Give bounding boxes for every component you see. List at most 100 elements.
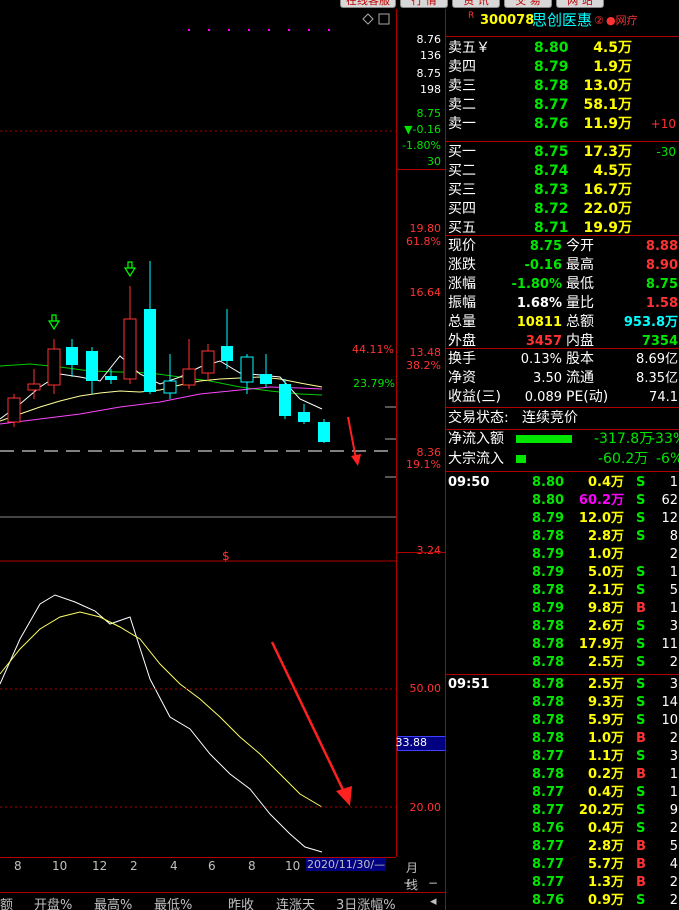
tick-count: 12 <box>661 511 678 526</box>
scale-top-6: -1.80% <box>402 139 441 152</box>
col-amount[interactable]: 额 <box>0 894 13 910</box>
bid-row[interactable]: 买二 8.74 4.5万 <box>446 162 679 181</box>
bid-price[interactable]: 8.74 <box>534 162 569 181</box>
tick-time: 09:51 <box>448 677 490 692</box>
col-3day-pct[interactable]: 3日涨幅% <box>336 894 396 910</box>
tick-row: 8.78 2.1万 S 5 <box>446 582 679 600</box>
ask-row[interactable]: 卖五￥ 8.80 4.5万 <box>446 39 679 58</box>
tick-count: 2 <box>669 821 678 836</box>
ask-volume: 58.1万 <box>583 97 632 113</box>
tick-price: 8.78 <box>532 695 565 710</box>
kline-chart-panel[interactable]: $ <box>0 9 396 857</box>
fundamental-label: 换手 <box>448 351 476 367</box>
menu-trade[interactable]: 交 易 <box>504 0 552 8</box>
tick-count: 3 <box>669 619 678 634</box>
ask-volume: 13.0万 <box>583 78 632 94</box>
tick-row: 8.77 1.3万 B 2 <box>446 874 679 892</box>
scale-38-2: 38.2% <box>406 359 441 372</box>
tick-price: 8.79 <box>532 601 565 616</box>
quote-label: 最高 <box>566 257 594 273</box>
col-up-days[interactable]: 连涨天 <box>276 894 315 910</box>
tick-side: B <box>636 857 646 872</box>
bid-price[interactable]: 8.73 <box>534 181 569 200</box>
fundamental-label: 流通 <box>566 370 594 386</box>
bid-price[interactable]: 8.75 <box>534 143 569 162</box>
menu-news[interactable]: 资 讯 <box>452 0 500 8</box>
tick-side: S <box>636 893 646 908</box>
ask-label: 卖二 <box>448 97 476 113</box>
tick-price: 8.78 <box>532 677 565 692</box>
col-open-pct[interactable]: 开盘% <box>34 894 72 910</box>
tick-count: 2 <box>669 875 678 890</box>
tick-count: 2 <box>669 547 678 562</box>
tick-count: 9 <box>669 803 678 818</box>
scroll-arrow-icon[interactable]: ◂ <box>430 894 437 909</box>
ask-price[interactable]: 8.79 <box>534 58 569 77</box>
quote-label: 涨跌 <box>448 257 476 273</box>
tick-row: 8.78 5.9万 S 10 <box>446 712 679 730</box>
ask-row[interactable]: 卖二 8.77 58.1万 <box>446 96 679 115</box>
tick-count: 3 <box>669 749 678 764</box>
menu-online-service[interactable]: 在线客服 <box>340 0 396 8</box>
x-tick-1: 10 <box>52 859 68 873</box>
window-controls-icon <box>362 13 390 25</box>
ask-price[interactable]: 8.78 <box>534 77 569 96</box>
bid-price[interactable]: 8.72 <box>534 200 569 219</box>
signal-arrow-icons <box>47 261 137 331</box>
fundamental-value: 0.089 <box>524 390 562 405</box>
tick-count: 1 <box>669 475 678 490</box>
tick-row: 8.77 0.4万 S 1 <box>446 784 679 802</box>
zoom-in-button[interactable]: + <box>403 876 413 890</box>
col-high-pct[interactable]: 最高% <box>94 894 132 910</box>
tick-price: 8.78 <box>532 731 565 746</box>
stock-concept-tag[interactable]: ●网疗 <box>606 11 638 30</box>
flow-pct: -6% <box>656 451 679 467</box>
quote-value: 1.68% <box>516 296 562 311</box>
quote-label: 量比 <box>566 295 594 311</box>
stock-code: 300078 <box>480 13 535 28</box>
zoom-out-button[interactable]: − <box>428 876 438 890</box>
bid-row[interactable]: 买一 8.75 17.3万 -30 <box>446 143 679 162</box>
ask-price[interactable]: 8.77 <box>534 96 569 115</box>
tick-volume: 2.5万 <box>587 655 624 670</box>
tick-count: 14 <box>661 695 678 710</box>
tick-side: S <box>636 637 646 652</box>
tick-row: 8.76 0.9万 S 2 <box>446 892 679 910</box>
col-low-pct[interactable]: 最低% <box>154 894 192 910</box>
ask-row[interactable]: 卖三 8.78 13.0万 <box>446 77 679 96</box>
ask-row[interactable]: 卖四 8.79 1.9万 <box>446 58 679 77</box>
quote-value: -1.80% <box>511 277 563 292</box>
quote-row: 涨幅 -1.80% 最低 8.75 <box>446 275 679 294</box>
menu-quotes[interactable]: 行 情 <box>400 0 448 8</box>
col-prev-close[interactable]: 昨收 <box>228 894 254 910</box>
quote-row: 总量 10811 总额 953.8万 <box>446 313 679 332</box>
tick-count: 8 <box>669 529 678 544</box>
menu-website[interactable]: 网 站 <box>556 0 604 8</box>
ask-price[interactable]: 8.80 <box>534 39 569 58</box>
tick-volume: 2.1万 <box>587 583 624 598</box>
bid-row[interactable]: 买四 8.72 22.0万 <box>446 200 679 219</box>
ask-row[interactable]: 卖一 8.76 11.9万 +10 <box>446 115 679 134</box>
tick-side: B <box>636 767 646 782</box>
ask-label: 卖三 <box>448 78 476 94</box>
bid-volume: 4.5万 <box>593 163 632 179</box>
ask-label: 卖五￥ <box>448 40 490 56</box>
tick-price: 8.78 <box>532 583 565 598</box>
x-tick-2: 12 <box>92 859 108 873</box>
trade-status-value: 连续竞价 <box>522 410 578 426</box>
tick-row: 8.78 0.2万 B 1 <box>446 766 679 784</box>
red-arrow-upper <box>347 416 357 460</box>
bid-row[interactable]: 买三 8.73 16.7万 <box>446 181 679 200</box>
flow-row-0: 净流入额 -317.8万 -33% <box>446 430 679 449</box>
tick-price: 8.79 <box>532 565 565 580</box>
tick-price: 8.77 <box>532 839 565 854</box>
tick-row: 8.77 1.1万 S 3 <box>446 748 679 766</box>
tick-count: 1 <box>669 785 678 800</box>
tick-count: 1 <box>669 767 678 782</box>
tick-count: 3 <box>669 677 678 692</box>
tick-count: 5 <box>669 839 678 854</box>
flow-amount: -60.2万 <box>598 451 649 467</box>
tick-price: 8.77 <box>532 785 565 800</box>
tick-price: 8.78 <box>532 767 565 782</box>
ask-price[interactable]: 8.76 <box>534 115 569 134</box>
